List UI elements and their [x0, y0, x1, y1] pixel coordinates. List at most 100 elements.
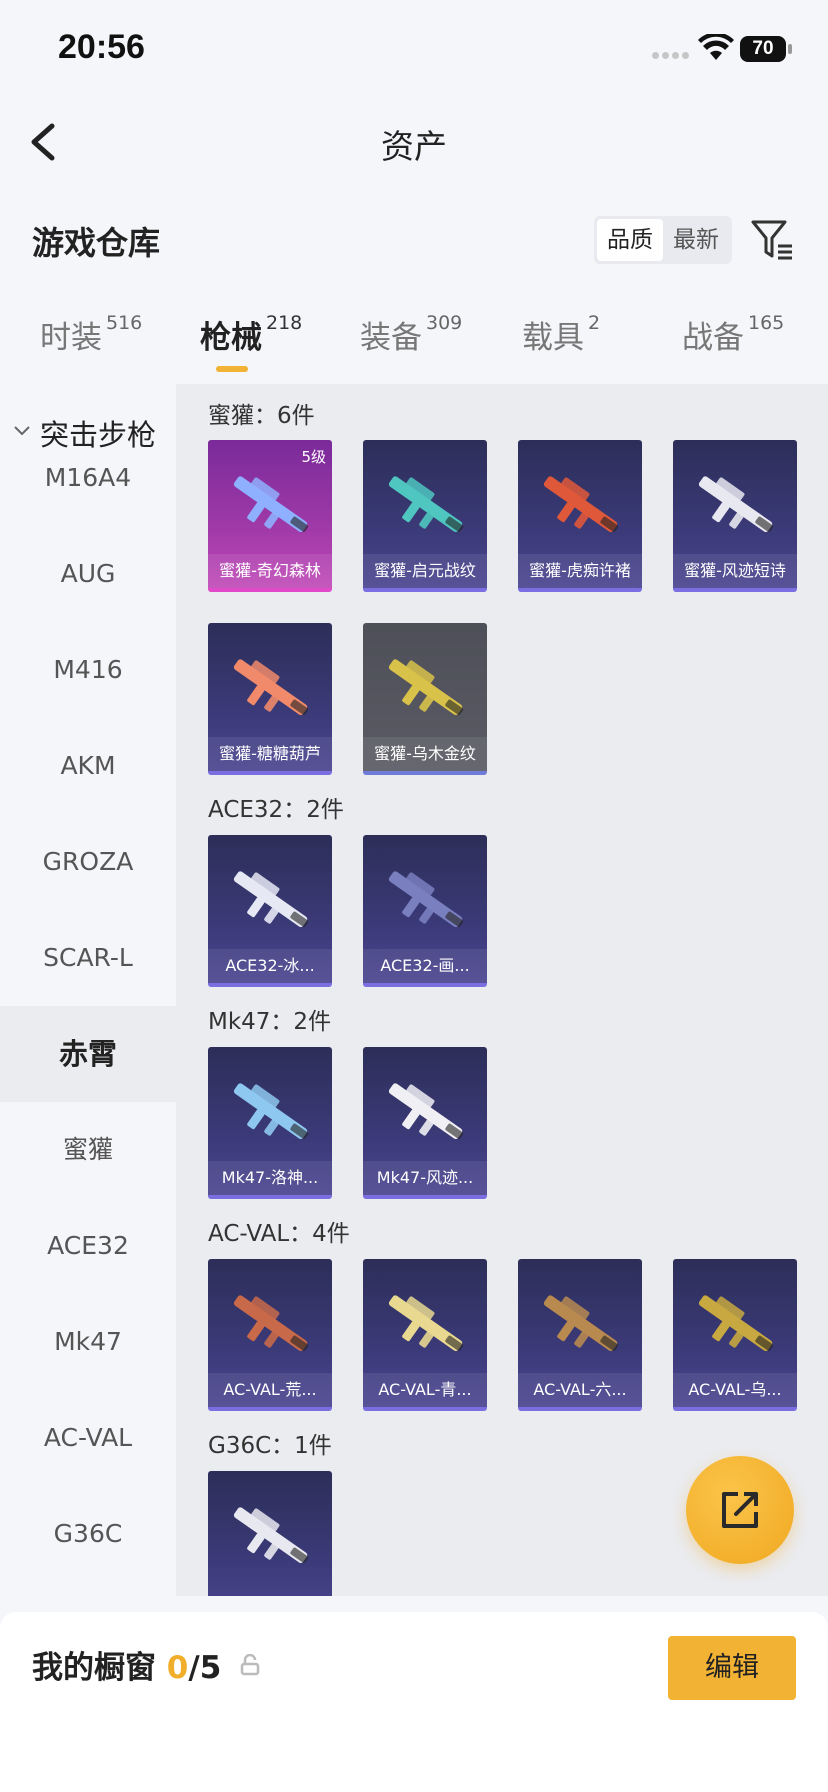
skin-name: AC-VAL-荒...	[208, 1373, 332, 1407]
skin-card[interactable]: ACE32-画...	[363, 835, 487, 987]
tab-count: 516	[106, 312, 143, 334]
section-title: G36C：1件	[208, 1433, 332, 1459]
tab-vehicles[interactable]: 载具 2	[522, 312, 600, 357]
skin-name: AC-VAL-六...	[518, 1373, 642, 1407]
sort-latest-button[interactable]: 最新	[663, 219, 729, 261]
sort-quality-button[interactable]: 品质	[597, 219, 663, 261]
share-fab-button[interactable]	[686, 1456, 794, 1564]
skin-card[interactable]	[208, 1471, 332, 1596]
showcase-total: /5	[188, 1650, 222, 1686]
tab-count: 2	[588, 312, 601, 334]
gun-skin-image	[543, 1295, 619, 1352]
skin-card[interactable]: ACE32-冰...	[208, 835, 332, 987]
tab-firearms[interactable]: 枪械 218	[200, 312, 302, 357]
gun-skin-image	[543, 476, 619, 533]
cellular-signal-icon	[652, 52, 690, 60]
skin-name: 蜜獾-糖糖葫芦	[208, 737, 332, 771]
showcase-label: 我的橱窗 0/5	[32, 1642, 221, 1687]
tab-label: 装备	[360, 320, 422, 356]
weapon-sidebar: 突击步枪 M16A4 AUG M416 AKM GROZA SCAR-L 赤霄 …	[0, 384, 176, 1596]
filter-icon[interactable]	[750, 218, 796, 262]
battery-cap	[788, 44, 792, 54]
gun-skin-image	[388, 871, 464, 928]
skin-card[interactable]: 蜜獾-乌木金纹	[363, 623, 487, 775]
section-title: Mk47：2件	[208, 1009, 332, 1035]
sidebar-item-chixiao[interactable]: 赤霄	[0, 1006, 176, 1102]
skin-card[interactable]: 蜜獾-风迹短诗	[673, 440, 797, 592]
showcase-current: 0	[166, 1650, 189, 1686]
skin-card[interactable]: 5级蜜獾-奇幻森林	[208, 440, 332, 592]
tab-label: 载具	[522, 320, 584, 356]
showcase-title: 我的橱窗	[32, 1650, 156, 1686]
tab-count: 218	[266, 312, 303, 334]
skin-name: 蜜獾-风迹短诗	[673, 554, 797, 588]
tab-label: 枪械	[200, 320, 262, 356]
tab-supplies[interactable]: 战备 165	[682, 312, 784, 357]
skin-name: 蜜獾-虎痴许褚	[518, 554, 642, 588]
lock-icon	[240, 1654, 260, 1676]
sidebar-item-m416[interactable]: M416	[0, 622, 176, 718]
sidebar-item-groza[interactable]: GROZA	[0, 814, 176, 910]
gun-skin-image	[698, 476, 774, 533]
weapon-grid: 蜜獾：6件 5级 蜜獾-奇幻森林 蜜獾-启元战纹 蜜獾-虎痴许褚 蜜獾-风迹短诗 …	[176, 384, 828, 1596]
tab-equipment[interactable]: 装备 309	[360, 312, 462, 357]
skin-card[interactable]: 蜜獾-糖糖葫芦	[208, 623, 332, 775]
skin-card[interactable]: AC-VAL-青...	[363, 1259, 487, 1411]
wifi-icon	[698, 34, 734, 60]
sidebar-item-ace32[interactable]: ACE32	[0, 1198, 176, 1294]
warehouse-title: 游戏仓库	[32, 224, 161, 262]
skin-card[interactable]: AC-VAL-荒...	[208, 1259, 332, 1411]
section-title: ACE32：2件	[208, 797, 344, 823]
tab-fashion[interactable]: 时装 516	[40, 312, 142, 357]
gun-skin-image	[233, 1083, 309, 1140]
gun-skin-image	[233, 871, 309, 928]
sidebar-item-ac-val[interactable]: AC-VAL	[0, 1390, 176, 1486]
skin-card[interactable]: AC-VAL-乌...	[673, 1259, 797, 1411]
gun-skin-image	[388, 1295, 464, 1352]
showcase-bar: 我的橱窗 0/5 编辑	[0, 1612, 828, 1792]
sidebar-item-mk47[interactable]: Mk47	[0, 1294, 176, 1390]
sidebar-item-m16a4[interactable]: M16A4	[0, 430, 176, 526]
section-title: AC-VAL：4件	[208, 1221, 350, 1247]
skin-name: ACE32-冰...	[208, 949, 332, 983]
tab-count: 165	[748, 312, 785, 334]
sidebar-item-g36c[interactable]: G36C	[0, 1486, 176, 1582]
battery-icon: 70	[740, 36, 786, 62]
sidebar-item-akm[interactable]: AKM	[0, 718, 176, 814]
skin-card[interactable]: AC-VAL-六...	[518, 1259, 642, 1411]
skin-card[interactable]: Mk47-洛神...	[208, 1047, 332, 1199]
sidebar-item-scar-l[interactable]: SCAR-L	[0, 910, 176, 1006]
sort-toggle: 品质 最新	[594, 216, 732, 264]
skin-name: AC-VAL-青...	[363, 1373, 487, 1407]
category-tabs: 时装 516 枪械 218 装备 309 载具 2 战备 165	[0, 312, 828, 382]
tab-label: 时装	[40, 320, 102, 356]
skin-card[interactable]: 蜜獾-虎痴许褚	[518, 440, 642, 592]
skin-name: 蜜獾-启元战纹	[363, 554, 487, 588]
gun-skin-image	[233, 1295, 309, 1352]
active-tab-indicator	[216, 366, 248, 372]
status-bar: 20:56 70	[0, 0, 828, 100]
gun-skin-image	[388, 659, 464, 716]
skin-card[interactable]: 蜜獾-启元战纹	[363, 440, 487, 592]
battery-level: 70	[752, 38, 774, 59]
gun-skin-image	[233, 1507, 309, 1564]
gun-skin-image	[233, 476, 309, 533]
skin-name: 蜜獾-奇幻森林	[208, 554, 332, 588]
skin-level-badge: 5级	[301, 448, 326, 466]
skin-name: 蜜獾-乌木金纹	[363, 737, 487, 771]
external-link-icon	[722, 1492, 758, 1528]
page-title: 资产	[381, 127, 447, 166]
status-time: 20:56	[58, 28, 145, 66]
sidebar-item-aug[interactable]: AUG	[0, 526, 176, 622]
gun-skin-image	[698, 1295, 774, 1352]
gun-skin-image	[388, 476, 464, 533]
tab-count: 309	[426, 312, 463, 334]
gun-skin-image	[233, 659, 309, 716]
skin-card[interactable]: Mk47-风迹...	[363, 1047, 487, 1199]
tab-label: 战备	[682, 320, 744, 356]
section-title: 蜜獾：6件	[208, 403, 315, 429]
gun-skin-image	[388, 1083, 464, 1140]
edit-button[interactable]: 编辑	[668, 1636, 796, 1700]
sidebar-item-mihuan[interactable]: 蜜獾	[0, 1102, 176, 1198]
skin-name: AC-VAL-乌...	[673, 1373, 797, 1407]
